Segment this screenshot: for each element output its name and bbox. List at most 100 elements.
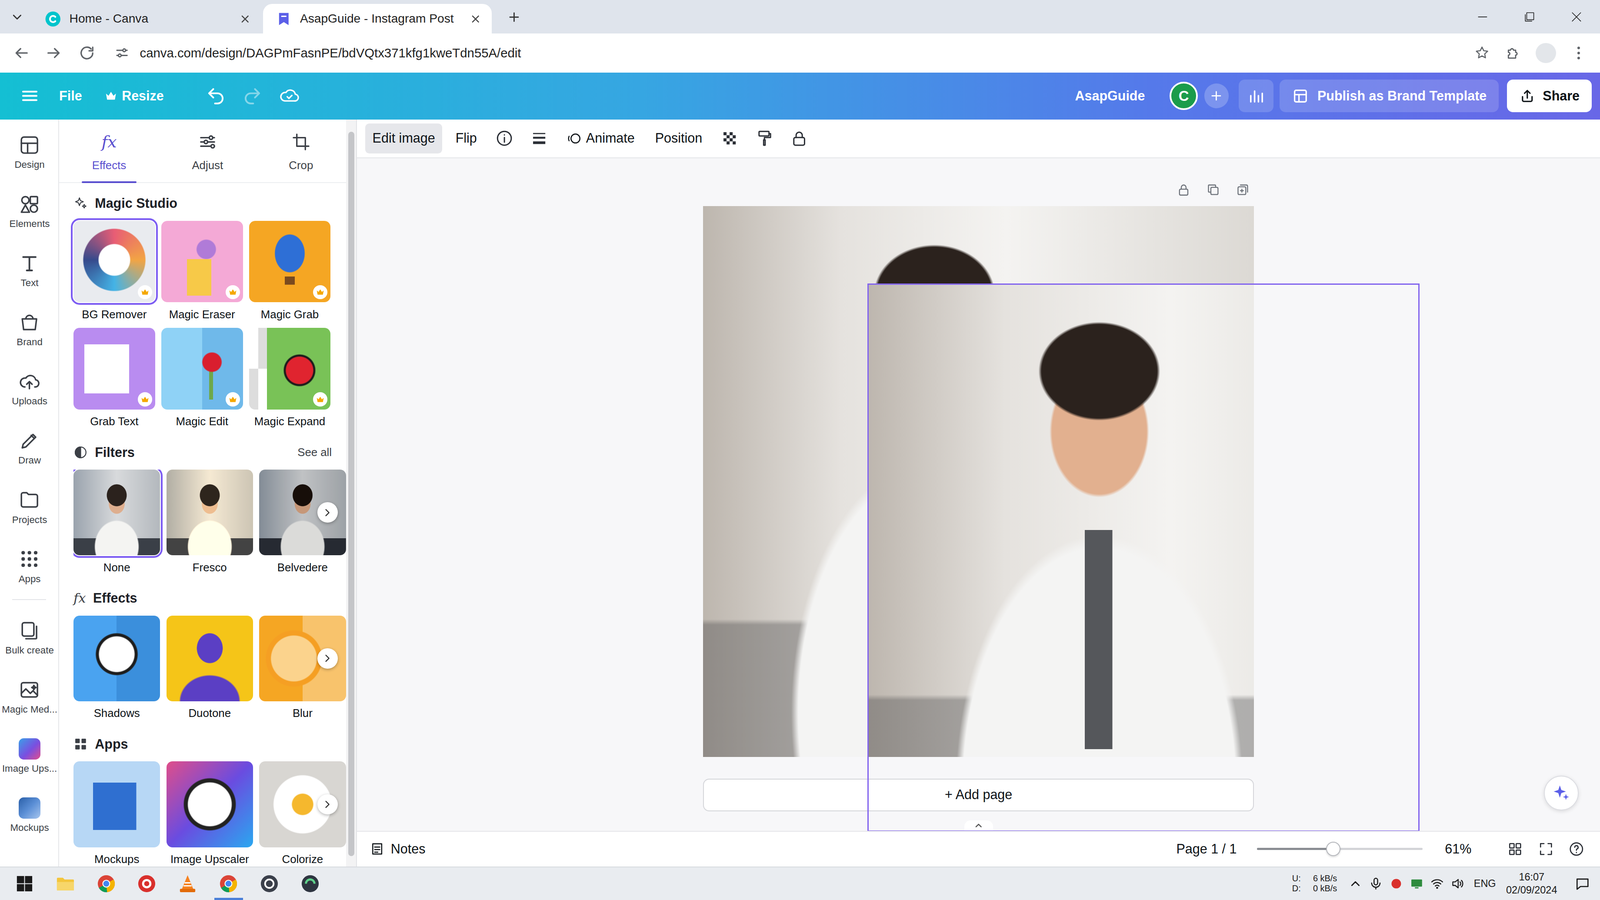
close-window-button[interactable] — [1553, 0, 1600, 34]
rail-item[interactable]: Design — [0, 119, 60, 179]
border-weight-button[interactable] — [524, 123, 554, 153]
insights-button[interactable] — [1238, 79, 1274, 113]
forward-button[interactable] — [38, 37, 70, 69]
carousel-next-button[interactable] — [317, 648, 338, 669]
user-avatar[interactable]: C — [1169, 81, 1199, 111]
taskbar-app[interactable] — [249, 867, 290, 900]
rail-item[interactable]: Bulk create — [0, 605, 60, 665]
effect-tile[interactable]: Fresco — [166, 469, 254, 576]
new-tab-button[interactable] — [500, 3, 529, 32]
close-tab-button[interactable] — [236, 10, 254, 28]
zoom-slider[interactable] — [1256, 840, 1423, 858]
notes-button[interactable]: Notes — [369, 839, 426, 860]
invite-button[interactable] — [1204, 83, 1229, 108]
see-all-link[interactable]: See all — [297, 443, 332, 461]
clock[interactable]: 16:0702/09/2024 — [1506, 870, 1557, 897]
rail-item[interactable]: Brand — [0, 296, 60, 357]
scroll-thumb[interactable] — [348, 131, 355, 857]
share-button[interactable]: Share — [1506, 79, 1592, 113]
taskbar-app[interactable] — [208, 867, 250, 900]
reload-button[interactable] — [71, 37, 102, 69]
taskbar-app[interactable] — [290, 867, 331, 900]
carousel-next-button[interactable] — [317, 794, 338, 815]
selection-frame[interactable] — [867, 283, 1420, 831]
taskbar-app[interactable] — [44, 867, 86, 900]
team-name[interactable]: AsapGuide — [1074, 86, 1145, 107]
tray-button[interactable] — [1447, 867, 1468, 900]
taskbar-app[interactable] — [167, 867, 209, 900]
effect-tile[interactable]: Belvedere — [259, 469, 346, 576]
zoom-handle[interactable] — [1326, 841, 1341, 857]
magic-tool[interactable]: Magic Eraser — [161, 220, 244, 324]
info-button[interactable] — [490, 123, 519, 153]
magic-tool[interactable]: Grab Text — [73, 327, 156, 430]
rail-item[interactable]: Image Ups... — [0, 723, 60, 783]
browser-menu-button[interactable] — [1563, 37, 1594, 69]
taskbar-app[interactable] — [126, 867, 168, 900]
tray-button[interactable] — [1406, 867, 1427, 900]
design-page[interactable] — [703, 206, 1254, 757]
effect-tile[interactable]: Mockups — [73, 761, 160, 867]
magic-tool[interactable]: Magic Edit — [161, 327, 244, 430]
edit-image-button[interactable]: Edit image — [365, 123, 443, 154]
tray-button[interactable] — [1365, 867, 1387, 900]
transparency-button[interactable] — [715, 123, 745, 153]
rail-item[interactable]: Text — [0, 237, 60, 297]
close-tab-button[interactable] — [467, 10, 484, 28]
rail-item[interactable]: Apps — [0, 533, 60, 593]
browser-tab[interactable]: Home - Canva — [32, 3, 262, 34]
file-menu[interactable]: File — [50, 80, 90, 113]
save-status-button[interactable] — [273, 80, 305, 111]
copy-style-button[interactable] — [750, 123, 779, 153]
undo-button[interactable] — [200, 80, 231, 111]
effect-tile[interactable]: Image Upscaler — [166, 761, 254, 867]
rail-item[interactable]: Draw — [0, 415, 60, 475]
add-page-icon-button[interactable] — [1233, 180, 1252, 199]
tray-button[interactable] — [1345, 867, 1366, 900]
url-text[interactable]: canva.com/design/DAGPmFasnPE/bdVQtx371kf… — [139, 43, 1464, 63]
publish-brand-template-button[interactable]: Publish as Brand Template — [1279, 79, 1499, 113]
minimize-button[interactable] — [1459, 0, 1507, 34]
language-indicator[interactable]: ENG — [1473, 876, 1497, 892]
selected-image[interactable] — [867, 283, 1255, 757]
effect-tile[interactable]: None — [73, 469, 160, 576]
back-button[interactable] — [6, 37, 37, 69]
help-button[interactable] — [1561, 834, 1592, 864]
restore-button[interactable] — [1506, 0, 1554, 34]
start-button[interactable] — [3, 867, 45, 900]
tray-button[interactable] — [1426, 867, 1448, 900]
lock-page-button[interactable] — [1174, 180, 1193, 199]
tray-button[interactable] — [1386, 867, 1407, 900]
profile-button[interactable] — [1530, 37, 1561, 69]
grid-view-button[interactable] — [1500, 834, 1531, 864]
lock-button[interactable] — [784, 123, 814, 153]
magic-tool[interactable]: BG Remover — [73, 220, 156, 324]
magic-assistant-button[interactable] — [1543, 775, 1579, 811]
effect-tile[interactable]: Colorize — [259, 761, 346, 867]
main-menu-button[interactable] — [14, 80, 45, 111]
rail-item[interactable]: Mockups — [0, 782, 60, 842]
panel-tab[interactable]: fxEffects — [59, 119, 160, 183]
rail-item[interactable]: Projects — [0, 474, 60, 534]
position-button[interactable]: Position — [647, 123, 710, 154]
notifications-button[interactable] — [1569, 867, 1597, 900]
omnibox[interactable]: canva.com/design/DAGPmFasnPE/bdVQtx371kf… — [108, 37, 1497, 69]
add-page-button[interactable]: + Add page — [703, 778, 1254, 812]
taskbar-app[interactable] — [85, 867, 127, 900]
panel-scrollbar[interactable] — [346, 119, 357, 867]
panel-tab[interactable]: Crop — [256, 119, 347, 183]
magic-tool[interactable]: Magic Grab — [249, 220, 331, 324]
zoom-value[interactable]: 61% — [1444, 839, 1472, 860]
effect-tile[interactable]: Shadows — [73, 615, 160, 722]
effect-tile[interactable]: Blur — [259, 615, 346, 722]
pages-toggle[interactable] — [964, 820, 994, 831]
fullscreen-button[interactable] — [1530, 834, 1561, 864]
tab-search-button[interactable] — [6, 5, 29, 30]
effect-tile[interactable]: Duotone — [166, 615, 254, 722]
flip-button[interactable]: Flip — [448, 123, 484, 154]
resize-button[interactable]: Resize — [96, 80, 172, 113]
extensions-button[interactable] — [1497, 37, 1529, 69]
magic-tool[interactable]: Magic Expand — [249, 327, 331, 430]
carousel-next-button[interactable] — [317, 502, 338, 523]
animate-button[interactable]: Animate — [559, 123, 642, 154]
